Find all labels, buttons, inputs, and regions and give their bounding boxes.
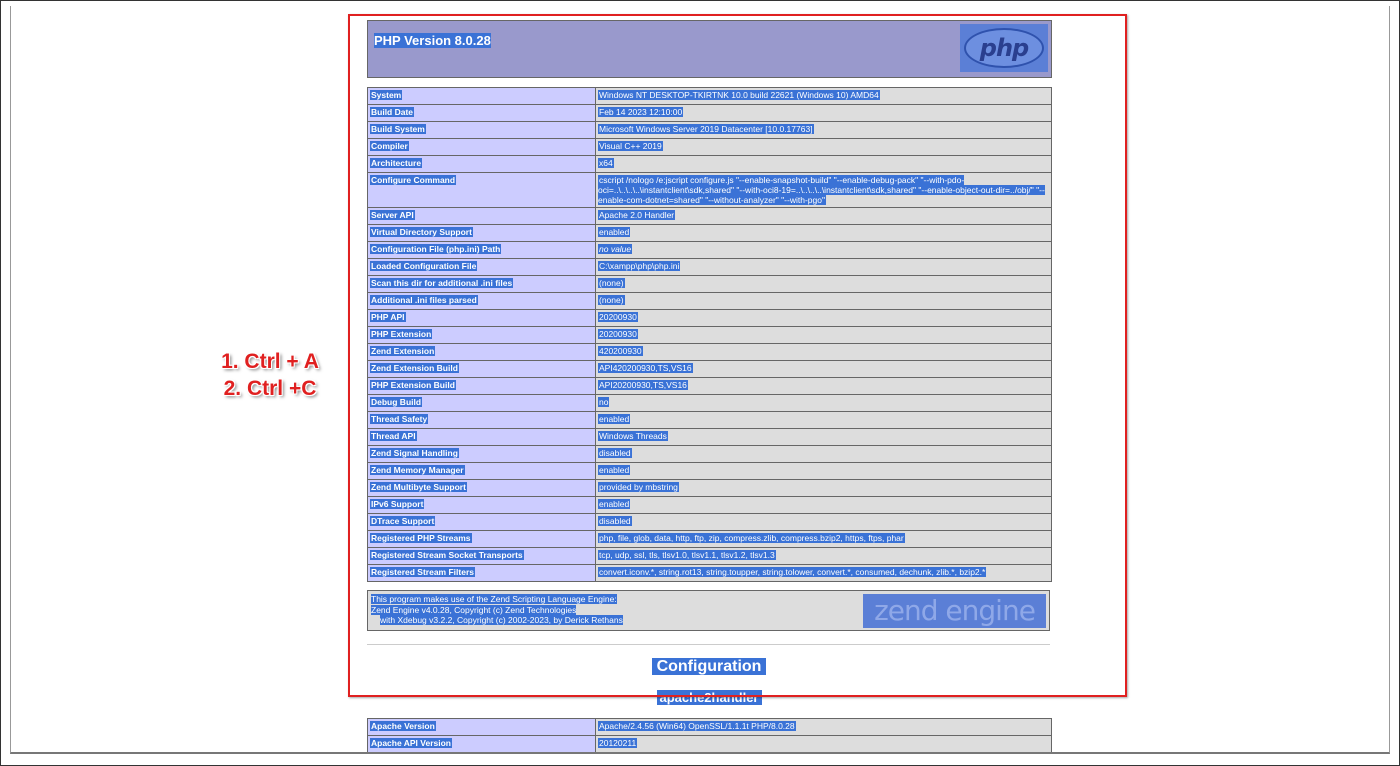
table-row: Apache Version Apache/2.4.56 (Win64) Open… — [367, 718, 1052, 736]
info-value-cell: Apache/2.4.56 (Win64) OpenSSL/1.1.1t PHP… — [595, 718, 1052, 736]
table-row: Apache API Version 20120211 — [367, 735, 1052, 752]
info-key: Apache API Version — [370, 738, 452, 748]
info-key-cell: Apache API Version — [367, 735, 596, 752]
info-value-cell: 20120211 — [595, 735, 1052, 752]
selection-highlight-box — [348, 14, 1127, 697]
info-key: Apache Version — [370, 721, 436, 731]
info-value: 20120211 — [598, 738, 638, 748]
info-value: Apache/2.4.56 (Win64) OpenSSL/1.1.1t PHP… — [598, 721, 796, 731]
info-value-cell: postmaster@localhost — [596, 753, 1052, 755]
annotation-step-2: 2. Ctrl +C — [223, 377, 317, 400]
annotation-step-1: 1. Ctrl + A — [221, 350, 319, 373]
apache-info-table: Apache Version Apache/2.4.56 (Win64) Open… — [367, 718, 1052, 755]
keyboard-shortcut-annotation: 1. Ctrl + A 2. Ctrl +C — [190, 348, 350, 402]
table-row: Server Administratorpostmaster@localhost — [368, 753, 1052, 755]
info-key-cell: Apache Version — [367, 718, 596, 736]
info-key-cell: Server Administrator — [368, 753, 596, 755]
